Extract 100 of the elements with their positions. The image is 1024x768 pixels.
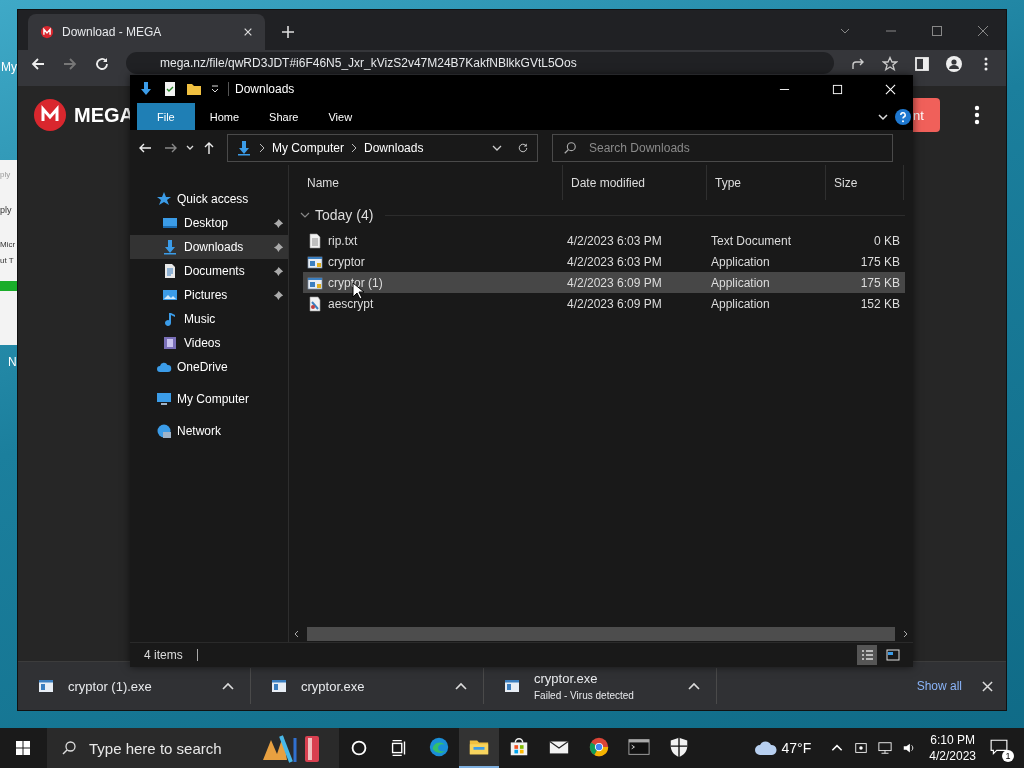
nav-item[interactable]: Desktop — [130, 211, 288, 235]
folder-icon[interactable] — [186, 81, 202, 97]
star-icon[interactable] — [882, 56, 898, 72]
date-text: 4/2/2023 — [929, 749, 976, 763]
table-cell-text: 4/2/2023 6:09 PM — [566, 275, 663, 290]
window-text: Micr — [0, 240, 16, 249]
menu-icon[interactable] — [974, 105, 980, 125]
column-header[interactable]: Name — [299, 165, 563, 200]
download-item[interactable]: cryptor.exe — [251, 668, 484, 704]
nav-item[interactable]: Music — [130, 307, 288, 331]
nav-item[interactable]: Videos — [130, 331, 288, 355]
url-text: mega.nz/file/qwRD3JDT#i6F46N5_Jxr_kVizS2v47M24B7KakfNBlkkGVtL5Oos — [159, 56, 577, 70]
table-cell-text: Application — [710, 254, 771, 269]
terminal-icon[interactable] — [628, 736, 650, 758]
cloud-icon[interactable] — [753, 740, 778, 756]
taskbar-app[interactable] — [459, 728, 499, 768]
breadcrumb-item[interactable]: Downloads — [364, 140, 424, 155]
chevron-right-icon — [258, 142, 266, 153]
show-all-link[interactable]: Show all — [896, 662, 982, 710]
picture-icon — [162, 287, 178, 303]
breadcrumb-item[interactable]: My Computer — [272, 140, 345, 155]
file-row[interactable]: rip.txt 4/2/2023 6:03 PM Text Document 0 KB — [303, 230, 905, 251]
shield-icon[interactable] — [668, 736, 690, 758]
application-icon — [38, 679, 54, 693]
notification-icon — [990, 738, 1008, 756]
chevron-up-icon[interactable] — [455, 682, 467, 690]
nav-item[interactable]: My Computer — [130, 387, 288, 411]
logo-text: MEGA — [74, 103, 134, 127]
weather-temperature[interactable]: 47°F — [781, 740, 812, 756]
search-field[interactable]: Search Downloads — [552, 133, 893, 162]
chevron-up-icon[interactable] — [688, 682, 700, 690]
browser-wave-icon[interactable] — [428, 736, 450, 758]
table-cell-text: 4/2/2023 6:09 PM — [566, 296, 663, 311]
table-cell-text: 4/2/2023 6:03 PM — [566, 233, 663, 248]
tab-title: Download - MEGA — [62, 25, 163, 39]
help-icon[interactable] — [895, 108, 911, 125]
file-name: cryptor.exe — [534, 671, 599, 686]
dropdown-icon[interactable] — [210, 84, 220, 94]
profile-icon[interactable] — [946, 56, 962, 72]
nav-item[interactable]: Quick access — [130, 187, 288, 211]
new-tab-icon[interactable] — [281, 25, 295, 39]
notification-button[interactable]: 1 — [990, 738, 1010, 758]
window-text: ut T — [0, 256, 14, 265]
table-cell-text: 4/2/2023 6:03 PM — [566, 254, 663, 269]
taskbar-search-field[interactable]: Type here to search — [47, 728, 339, 768]
back-arrow-icon[interactable] — [30, 56, 46, 72]
file-row[interactable]: cryptor (1) 4/2/2023 6:09 PM Application 175 KB — [303, 272, 905, 293]
clock[interactable]: 6:10 PM 4/2/2023 — [929, 733, 976, 763]
network-icon[interactable] — [878, 741, 893, 755]
ribbon-tab[interactable]: Home — [194, 103, 255, 130]
download-item[interactable]: cryptor.exe Failed - Virus detected — [484, 668, 717, 704]
table-cell-text: Application — [710, 275, 771, 290]
reload-icon[interactable] — [94, 56, 110, 72]
nav-item[interactable]: Downloads — [130, 235, 288, 259]
text-file-icon — [307, 232, 323, 249]
application-icon — [271, 679, 287, 693]
table-cell-text: 175 KB — [859, 275, 901, 290]
share-icon[interactable] — [850, 56, 866, 72]
nav-item[interactable]: OneDrive — [130, 355, 288, 379]
ribbon-tab[interactable]: View — [313, 103, 368, 130]
address-bar[interactable]: mega.nz/file/qwRD3JDT#i6F46N5_Jxr_kVizS2v47M24B7KakfNBlkkGVtL5Oos — [126, 52, 834, 74]
column-header[interactable]: Size — [826, 165, 904, 200]
nav-item[interactable]: Network — [130, 419, 288, 443]
chevron-up-icon[interactable] — [222, 682, 234, 690]
desktop-icon-label: N — [8, 355, 17, 369]
network-icon — [156, 423, 172, 439]
table-cell-text: 0 KB — [873, 233, 901, 248]
download-item[interactable]: cryptor (1).exe — [18, 668, 251, 704]
search-input[interactable]: Search Downloads — [587, 139, 882, 156]
film-icon — [162, 335, 178, 351]
browser-tab[interactable]: Download - MEGA — [28, 14, 265, 50]
download-icon — [236, 139, 252, 156]
download-status: Failed - Virus detected — [534, 690, 635, 701]
forward-arrow-icon[interactable] — [62, 56, 78, 72]
sidebar-icon[interactable] — [914, 56, 930, 72]
file-name: aescrypt — [328, 296, 374, 311]
group-header[interactable]: Today (4) — [315, 207, 374, 223]
ribbon-tab[interactable]: File — [137, 103, 195, 130]
shopping-bag-icon[interactable] — [508, 736, 530, 758]
table-cell-text: 175 KB — [859, 254, 901, 269]
window-text: ply — [0, 170, 11, 179]
file-name: cryptor — [328, 254, 365, 269]
search-input[interactable]: Type here to search — [87, 738, 249, 758]
scroll-thumb[interactable] — [307, 627, 895, 641]
address-bar[interactable]: My Computer Downloads — [227, 133, 538, 162]
details-view-icon[interactable] — [857, 645, 877, 665]
column-header[interactable]: Date modified — [563, 165, 707, 200]
file-name: rip.txt — [328, 233, 358, 248]
checklist-icon[interactable] — [162, 81, 178, 97]
chrome-icon[interactable] — [588, 736, 610, 758]
music-note-icon — [162, 311, 178, 327]
table-cell-text: Application — [710, 296, 771, 311]
nav-item[interactable]: Documents — [130, 259, 288, 283]
ribbon-tab[interactable]: Share — [254, 103, 314, 130]
nav-item[interactable]: Pictures — [130, 283, 288, 307]
file-row[interactable]: aescrypt 4/2/2023 6:09 PM Application 152 KB — [303, 293, 905, 314]
column-header[interactable]: Type — [707, 165, 826, 200]
file-name: cryptor.exe — [301, 678, 366, 694]
file-row[interactable]: cryptor 4/2/2023 6:03 PM Application 175 KB — [303, 251, 905, 272]
refresh-icon[interactable] — [517, 141, 529, 154]
